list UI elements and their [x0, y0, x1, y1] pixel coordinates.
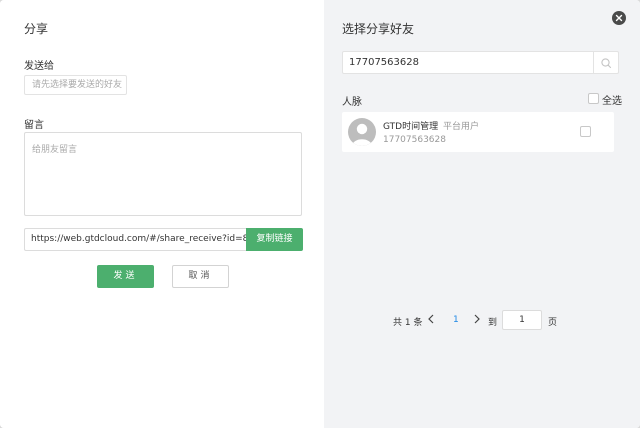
chevron-right-icon[interactable]	[473, 313, 481, 328]
friend-tag: 平台用户	[443, 122, 480, 132]
friend-phone: 17707563628	[383, 135, 446, 145]
send-button[interactable]: 发送	[97, 265, 154, 288]
pagination-goto-input[interactable]: 1	[502, 310, 542, 330]
message-textarea[interactable]: 给朋友留言	[24, 132, 302, 216]
friend-checkbox[interactable]	[580, 126, 591, 137]
select-all-checkbox[interactable]	[588, 93, 599, 104]
pagination-goto-label: 到	[488, 318, 498, 328]
share-dialog: 分享 发送给 请先选择要发送的好友 留言 给朋友留言 https://web.g…	[0, 0, 640, 428]
cancel-button[interactable]: 取消	[172, 265, 229, 288]
friend-name: GTD时间管理	[383, 122, 439, 132]
contacts-section-label: 人脉	[342, 97, 362, 108]
pagination-page-suffix: 页	[548, 318, 558, 328]
share-url-field[interactable]: https://web.gtdcloud.com/#/share_receive…	[24, 228, 246, 251]
avatar-icon	[348, 118, 376, 146]
friend-list-item[interactable]: GTD时间管理 平台用户 17707563628	[342, 112, 614, 152]
share-title: 分享	[24, 22, 49, 36]
pagination-total: 共 1 条	[393, 318, 423, 328]
friend-search-input[interactable]: 17707563628	[342, 51, 594, 74]
chevron-left-icon[interactable]	[427, 313, 435, 328]
select-all-label: 全选	[602, 96, 622, 107]
copy-link-button[interactable]: 复制链接	[246, 228, 303, 251]
share-panel: 分享 发送给 请先选择要发送的好友 留言 给朋友留言 https://web.g…	[0, 0, 324, 428]
recipient-field[interactable]: 请先选择要发送的好友	[24, 75, 127, 95]
search-button[interactable]	[594, 51, 619, 74]
search-icon	[601, 58, 612, 69]
close-icon[interactable]	[612, 11, 626, 25]
message-label: 留言	[24, 120, 44, 131]
send-to-label: 发送给	[24, 61, 54, 72]
friends-panel-title: 选择分享好友	[342, 22, 415, 36]
pagination-current-page[interactable]: 1	[453, 315, 459, 325]
